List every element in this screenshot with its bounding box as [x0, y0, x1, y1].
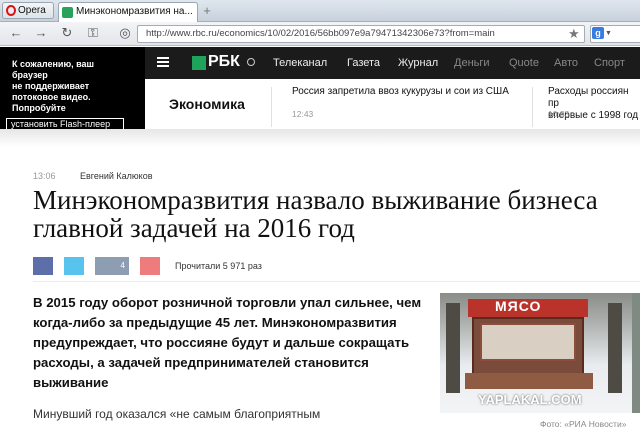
address-bar[interactable]: http://www.rbc.ru/economics/10/02/2016/5…: [137, 25, 585, 43]
key-icon[interactable]: ⚿: [85, 25, 101, 41]
flash-line: К сожалению, ваш: [12, 59, 95, 69]
kiosk-window: [480, 323, 576, 361]
opera-menu-button[interactable]: Opera: [2, 2, 54, 19]
reload-icon[interactable]: ↻: [59, 25, 75, 41]
kiosk-counter: [465, 373, 593, 389]
opera-logo-icon: [6, 5, 16, 16]
flash-line: потоковое видео.: [12, 92, 91, 102]
news-item-title[interactable]: Россия запретила ввоз кукурузы и сои из …: [292, 86, 509, 98]
flash-notice-text: К сожалению, ваш браузер не поддерживает…: [12, 59, 137, 114]
read-count: Прочитали 5 971 раз: [175, 261, 262, 271]
divider: [271, 87, 272, 127]
back-arrow-icon[interactable]: ←: [8, 25, 24, 41]
tree-shape: [608, 303, 622, 393]
browser-nav-bar: ← → ↻ ⚿ ◎ http://www.rbc.ru/economics/10…: [0, 22, 640, 46]
photo-caption: Фото: «РИА Новости»: [540, 419, 627, 429]
section-header: Экономика Россия запретила ввоз кукурузы…: [145, 79, 640, 129]
nav-item-sport[interactable]: Спорт: [594, 57, 625, 69]
article-author[interactable]: Евгений Калюков: [80, 171, 152, 181]
new-tab-icon[interactable]: +: [201, 4, 213, 17]
hamburger-menu-icon[interactable]: [157, 57, 169, 67]
flash-line: не поддерживает: [12, 81, 90, 91]
chevron-down-icon[interactable]: ▼: [605, 30, 612, 37]
article-lead: В 2015 году оборот розничной торговли уп…: [33, 295, 422, 390]
nav-item-quote[interactable]: Quote: [509, 57, 539, 69]
tree-shape: [446, 303, 460, 393]
flash-line: Попробуйте: [12, 103, 66, 113]
facebook-share-button[interactable]: [33, 257, 53, 275]
site-info-icon[interactable]: ◎: [117, 25, 133, 41]
article-photo: МЯСО YAPLAKAL.COM: [440, 293, 632, 413]
article-headline: Минэкономразвития назвало выживание бизн…: [33, 185, 598, 243]
rbk-logo[interactable]: РБК: [208, 53, 240, 71]
adjacent-content: [632, 293, 640, 413]
tab-title: Минэкономразвития на...: [76, 6, 193, 17]
rbk-logo-dot-icon: [247, 58, 255, 66]
news-item-time: 10:33: [548, 109, 570, 119]
header-shadow: [0, 129, 640, 147]
kiosk-sign: МЯСО: [495, 298, 542, 314]
opera-menu-label: Opera: [18, 5, 46, 16]
news-item-time: 12:43: [292, 109, 314, 119]
google-search-icon[interactable]: g: [592, 27, 604, 39]
divider: [33, 281, 640, 282]
nav-item-auto[interactable]: Авто: [554, 57, 578, 69]
bookmark-star-icon[interactable]: ★: [568, 26, 580, 42]
favicon-icon: [62, 7, 73, 18]
nav-item-tv[interactable]: Телеканал: [273, 57, 327, 69]
nav-item-newspaper[interactable]: Газета: [347, 57, 380, 69]
nav-item-money[interactable]: Деньги: [454, 57, 490, 69]
news-title-line: Расходы россиян пр: [548, 86, 629, 109]
photo-watermark: YAPLAKAL.COM: [478, 392, 582, 407]
flash-notice: К сожалению, ваш браузер не поддерживает…: [0, 47, 145, 130]
divider: [532, 87, 533, 127]
other-share-button[interactable]: [140, 257, 160, 275]
nav-item-magazine[interactable]: Журнал: [398, 57, 438, 69]
twitter-share-button[interactable]: [64, 257, 84, 275]
browser-tab[interactable]: Минэкономразвития на... ×: [58, 2, 198, 22]
vk-share-button[interactable]: 4: [95, 257, 129, 275]
section-title[interactable]: Экономика: [169, 96, 245, 112]
article-body: Минувший год оказался «не самым благопри…: [33, 407, 321, 421]
article-time: 13:06: [33, 171, 56, 181]
browser-tab-bar: Opera Минэкономразвития на... × +: [0, 0, 640, 22]
forward-arrow-icon[interactable]: →: [33, 25, 49, 41]
site-top-nav: РБК Телеканал Газета Журнал Деньги Quote…: [145, 47, 640, 79]
rbk-logo-mark-icon[interactable]: [192, 56, 206, 70]
flash-line: браузер: [12, 70, 48, 80]
